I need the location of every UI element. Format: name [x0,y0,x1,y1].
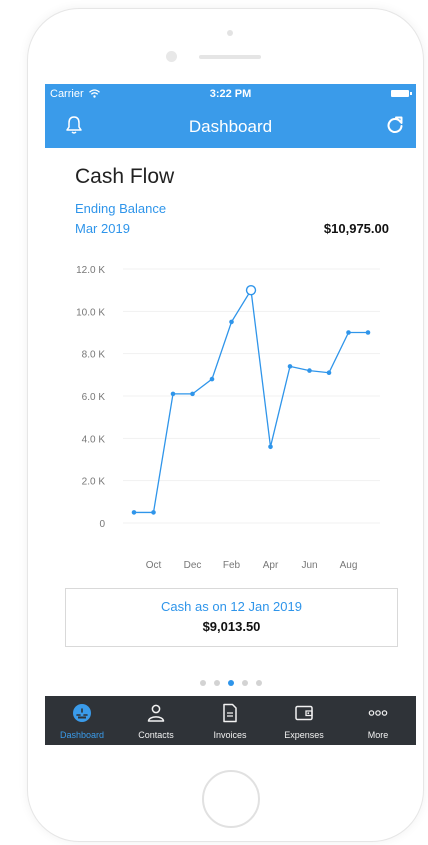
page-dot[interactable] [241,680,248,686]
tab-label: Contacts [138,730,174,740]
y-tick-label: 12.0 K [76,265,105,276]
status-time: 3:22 PM [209,88,252,100]
tab-label: Expenses [284,730,324,740]
series-line [134,288,368,514]
cash-amount: $9,013.50 [202,619,261,634]
tab-label: Invoices [213,730,247,740]
data-point [131,510,137,515]
tab-invoices[interactable]: Invoices [193,696,267,745]
front-camera [227,30,233,36]
data-point [346,330,351,335]
x-tick-label: Jun [301,560,317,571]
battery-icon [391,90,412,97]
x-tick-label: Apr [263,560,279,571]
cash-flow-card: Cash Flow Ending Balance Mar 2019 $10,97… [45,148,416,696]
x-tick-label: Oct [146,560,162,571]
page-dot-active[interactable] [227,680,234,686]
data-point [307,368,312,373]
data-point [209,376,215,382]
invoices-icon [223,703,237,723]
data-point [287,364,293,369]
data-point [190,391,195,397]
x-tick-label: Feb [223,560,241,571]
tab-label: Dashboard [59,730,105,740]
cash-summary-box: Cash as on 12 Jan 2019 $9,013.50 [65,588,398,647]
expenses-icon [295,705,313,721]
more-icon [368,710,388,716]
data-point [170,391,176,397]
proximity-sensor [166,51,177,62]
x-tick-label: Aug [340,560,358,571]
dashboard-icon [73,704,91,722]
tab-more[interactable]: More [341,696,415,745]
tab-label: More [367,730,389,740]
status-bar: Carrier 3:22 PM [45,84,416,104]
tab-bar: Dashboard Contacts Invoices Expenses Mor… [45,696,416,745]
cash-as-on-label: Cash as on 12 Jan 2019 [161,599,302,614]
data-point-highlighted [245,284,257,296]
y-tick-label: 2.0 K [82,477,106,488]
x-tick-label: Dec [184,560,202,571]
nav-bar: Dashboard [45,104,416,148]
home-button[interactable] [202,770,260,828]
cash-flow-chart[interactable]: 0 2.0 K 4.0 K 6.0 K 8.0 K 10.0 K 12.0 K Oct Dec F… [45,148,416,588]
data-point [365,330,371,335]
refresh-icon[interactable] [385,115,405,135]
tab-contacts[interactable]: Contacts [119,696,193,745]
y-tick-label: 8.0 K [82,350,106,361]
earpiece-speaker [199,55,261,59]
y-tick-label: 10.0 K [76,307,105,318]
y-tick-label: 6.0 K [82,392,106,403]
page-title: Dashboard [188,117,273,136]
contacts-icon [147,704,165,722]
screen: Carrier 3:22 PM Dashboard Cash Flow Endi… [45,84,416,745]
data-point [229,319,234,325]
data-point [326,370,332,376]
data-point [151,510,156,515]
y-tick-label: 4.0 K [82,434,106,445]
page-indicator[interactable] [45,673,416,691]
tab-expenses[interactable]: Expenses [267,696,341,745]
page-dot[interactable] [199,680,206,686]
page-dot[interactable] [255,680,262,686]
page-dot[interactable] [213,680,220,686]
tab-dashboard[interactable]: Dashboard [45,696,119,745]
y-tick-label: 0 [99,519,105,530]
data-point [268,444,273,450]
